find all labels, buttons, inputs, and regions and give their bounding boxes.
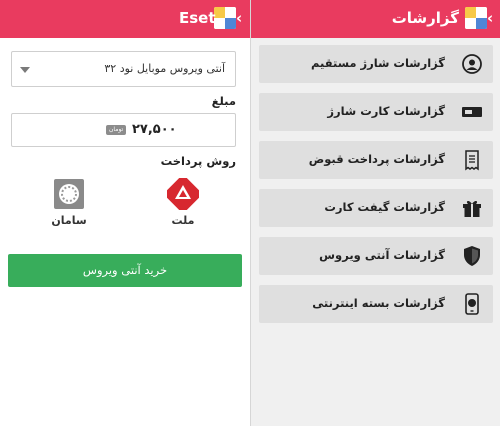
buy-antivirus-button[interactable]: خرید آنتی ویروس	[8, 254, 242, 287]
bank-option-mellat[interactable]: ملت	[163, 175, 203, 227]
app-logo-icon	[465, 7, 487, 29]
purchase-panel: ‹ Eset آنتی ویروس موبایل نود ۳۲ مبلغ توم…	[0, 0, 250, 426]
back-chevron-icon[interactable]: ‹	[487, 8, 493, 28]
saman-bank-logo-icon	[53, 178, 85, 210]
bank-option-saman[interactable]: سامان	[49, 178, 89, 227]
report-label: گزارشات آنتی ویروس	[319, 248, 445, 262]
report-antivirus[interactable]: گزارشات آنتی ویروس	[259, 237, 493, 275]
page-title: گزارشات	[391, 9, 459, 27]
charge-card-icon	[462, 107, 482, 117]
mobile-globe-icon	[465, 293, 479, 315]
currency-badge: تومان	[106, 125, 127, 135]
report-label: گزارشات گیفت کارت	[324, 200, 445, 214]
payment-method-label: روش پرداخت	[160, 154, 236, 168]
reports-panel: ‹ گزارشات گزارشات شارژ مستقیم گزارشات کا…	[251, 0, 500, 426]
gift-icon	[463, 200, 481, 217]
report-label: گزارشات کارت شارژ	[327, 104, 445, 118]
receipt-icon	[465, 150, 479, 171]
amount-field: تومان ۲۷,۵۰۰	[11, 113, 236, 147]
product-select-value: آنتی ویروس موبایل نود ۳۲	[104, 62, 225, 75]
page-title: Eset	[179, 9, 216, 27]
amount-label: مبلغ	[211, 94, 236, 108]
back-chevron-icon[interactable]: ‹	[236, 8, 242, 28]
report-charge-card[interactable]: گزارشات کارت شارژ	[259, 93, 493, 131]
mellat-bank-logo-icon	[164, 175, 202, 213]
dropdown-arrow-icon	[20, 67, 30, 73]
shield-icon	[464, 246, 480, 266]
report-label: گزارشات بسته اینترنتی	[312, 296, 445, 310]
reports-header: ‹ گزارشات	[251, 0, 500, 38]
report-direct-charge[interactable]: گزارشات شارژ مستقیم	[259, 45, 493, 83]
amount-value: ۲۷,۵۰۰	[132, 122, 177, 137]
report-gift-card[interactable]: گزارشات گیفت کارت	[259, 189, 493, 227]
product-select[interactable]: آنتی ویروس موبایل نود ۳۲	[11, 51, 236, 87]
headset-icon	[462, 54, 482, 74]
report-bill-payment[interactable]: گزارشات پرداخت قبوض	[259, 141, 493, 179]
bank-name-saman: سامان	[51, 214, 87, 227]
report-internet-package[interactable]: گزارشات بسته اینترنتی	[259, 285, 493, 323]
report-label: گزارشات شارژ مستقیم	[311, 56, 445, 70]
app-logo-icon	[214, 7, 236, 29]
report-label: گزارشات پرداخت قبوض	[308, 152, 445, 166]
purchase-header: ‹ Eset	[0, 0, 250, 38]
bank-name-mellat: ملت	[171, 214, 195, 227]
